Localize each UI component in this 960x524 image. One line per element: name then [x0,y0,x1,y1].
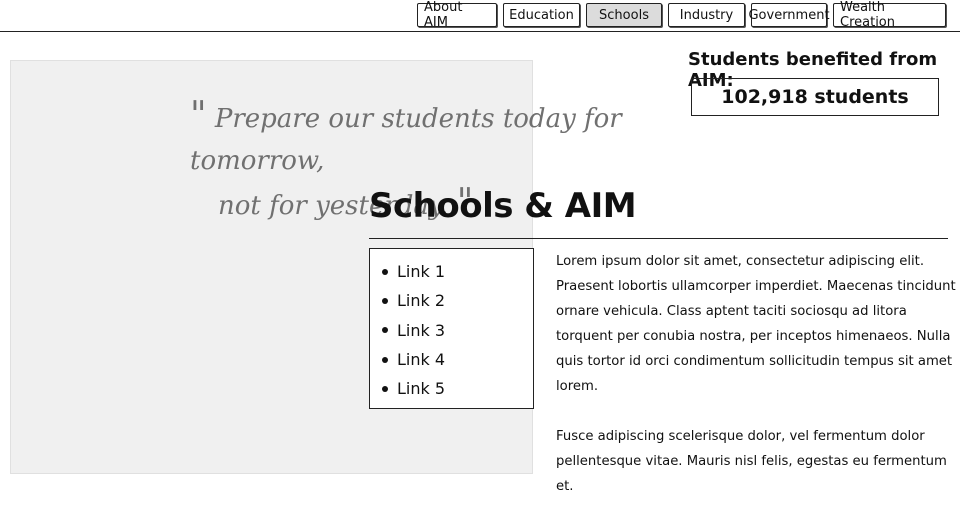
bullet-icon [382,297,388,304]
students-count-box: 102,918 students [691,78,939,116]
tab-about-aim[interactable]: About AIM [417,0,497,30]
link-3[interactable]: Link 3 [397,321,445,340]
quote-line-1: Prepare our students today for tomorrow, [190,104,622,176]
list-item: Link 3 [382,316,533,345]
section-body: Lorem ipsum dolor sit amet, consectetur … [556,249,958,524]
tab-government[interactable]: Government [748,3,830,27]
tab-wealth-creation[interactable]: Wealth Creation [833,0,946,30]
link-5[interactable]: Link 5 [397,379,445,398]
bullet-icon [382,356,388,363]
bullet-icon [382,385,388,392]
link-2[interactable]: Link 2 [397,291,445,310]
list-item: Link 2 [382,286,533,315]
body-paragraph-1: Lorem ipsum dolor sit amet, consectetur … [556,254,956,394]
bullet-icon [382,327,388,334]
section-divider [369,238,948,239]
list-item: Link 1 [382,257,533,286]
bullet-icon [382,268,388,275]
main-nav: About AIM Education Schools Industry Gov… [417,0,946,30]
body-paragraph-2: Fusce adipiscing scelerisque dolor, vel … [556,429,947,494]
tab-schools[interactable]: Schools [586,3,662,27]
list-item: Link 5 [382,374,533,403]
links-sidebar: Link 1 Link 2 Link 3 Link 4 Link 5 [369,248,534,409]
nav-divider [0,31,960,32]
list-item: Link 4 [382,345,533,374]
page-title: Schools & AIM [369,186,637,226]
tab-industry[interactable]: Industry [668,3,745,27]
open-quote-mark: " [190,95,207,136]
link-1[interactable]: Link 1 [397,262,445,281]
tab-education[interactable]: Education [503,3,580,27]
students-count-value: 102,918 students [721,86,909,108]
link-4[interactable]: Link 4 [397,350,445,369]
